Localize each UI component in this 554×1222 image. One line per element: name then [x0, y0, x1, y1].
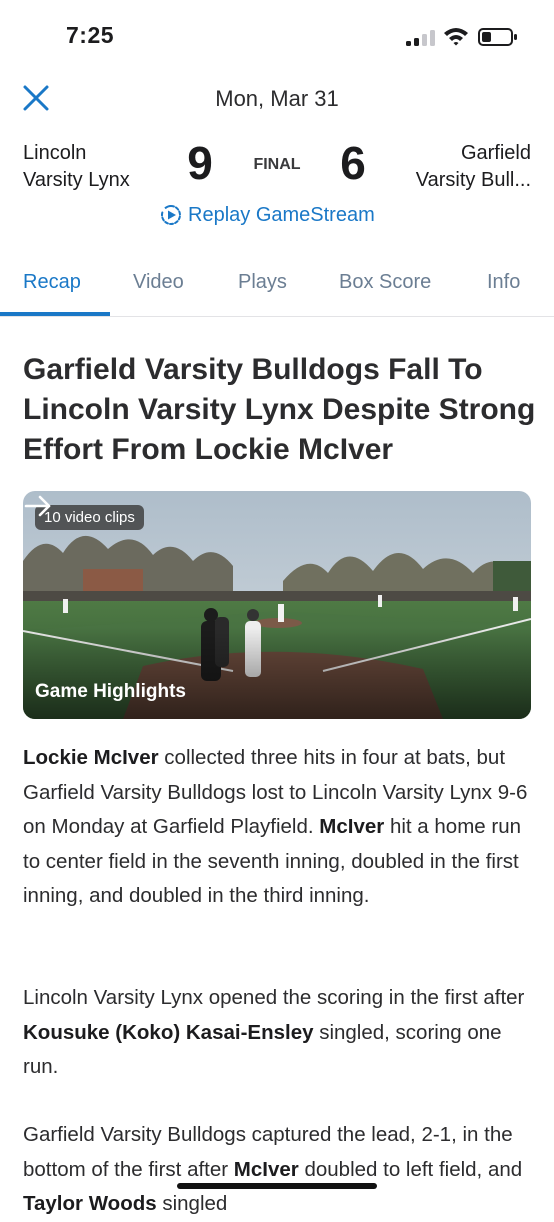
- signal-icon: [406, 30, 436, 46]
- tab-recap[interactable]: Recap: [23, 271, 81, 294]
- tab-bar: Recap Video Plays Box Score Info: [0, 262, 554, 317]
- active-tab-indicator: [0, 312, 110, 316]
- home-team-score: 9: [187, 137, 213, 189]
- article-paragraph: Garfield Varsity Bulldogs captured the l…: [23, 1118, 538, 1222]
- home-team-line1: Lincoln: [23, 142, 87, 164]
- game-date: Mon, Mar 31: [215, 86, 339, 111]
- home-team-line2: Varsity Lynx: [23, 169, 130, 191]
- game-status: FINAL: [253, 156, 301, 173]
- home-indicator[interactable]: [177, 1183, 377, 1189]
- replay-icon: [161, 205, 181, 225]
- player-name: McIver: [233, 1157, 299, 1181]
- article-paragraph: Lockie McIver collected three hits in fo…: [23, 741, 538, 914]
- replay-label: Replay GameStream: [188, 203, 375, 226]
- player-name: Kousuke (Koko) Kasai-Ensley: [23, 1020, 314, 1044]
- article-headline: Garfield Varsity Bulldogs Fall To Lincol…: [23, 353, 536, 466]
- tab-info[interactable]: Info: [487, 271, 520, 294]
- player-name: Taylor Woods: [23, 1192, 157, 1215]
- player-name: McIver: [319, 815, 385, 838]
- home-team-name: Lincoln Varsity Lynx: [23, 140, 130, 194]
- tab-plays[interactable]: Plays: [238, 271, 287, 294]
- game-highlights-video-card[interactable]: 10 video clips Game Highlights: [23, 491, 531, 719]
- player-name: Lockie McIver: [23, 746, 159, 769]
- arrow-right-icon: [24, 495, 51, 517]
- battery-icon: [478, 28, 517, 46]
- tab-video[interactable]: Video: [133, 271, 184, 294]
- tab-box-score[interactable]: Box Score: [339, 271, 431, 294]
- away-team-line1: Garfield: [460, 142, 531, 164]
- paragraph-text: singled: [156, 1192, 228, 1215]
- away-team-line2: Varsity Bull...: [415, 169, 531, 191]
- video-title: Game Highlights: [35, 681, 186, 702]
- replay-gamestream-link[interactable]: Replay GameStream: [160, 200, 375, 230]
- paragraph-text: Lincoln Varsity Lynx opened the scoring …: [23, 986, 525, 1009]
- status-time: 7:25: [66, 22, 115, 48]
- paragraph-text: doubled to left field, and: [298, 1157, 523, 1181]
- away-team-name: Garfield Varsity Bull...: [416, 140, 531, 194]
- away-team-score: 6: [340, 137, 366, 189]
- status-bar: 7:25: [0, 0, 554, 74]
- wifi-icon: [444, 28, 468, 46]
- article-paragraph: Lincoln Varsity Lynx opened the scoring …: [23, 981, 538, 1085]
